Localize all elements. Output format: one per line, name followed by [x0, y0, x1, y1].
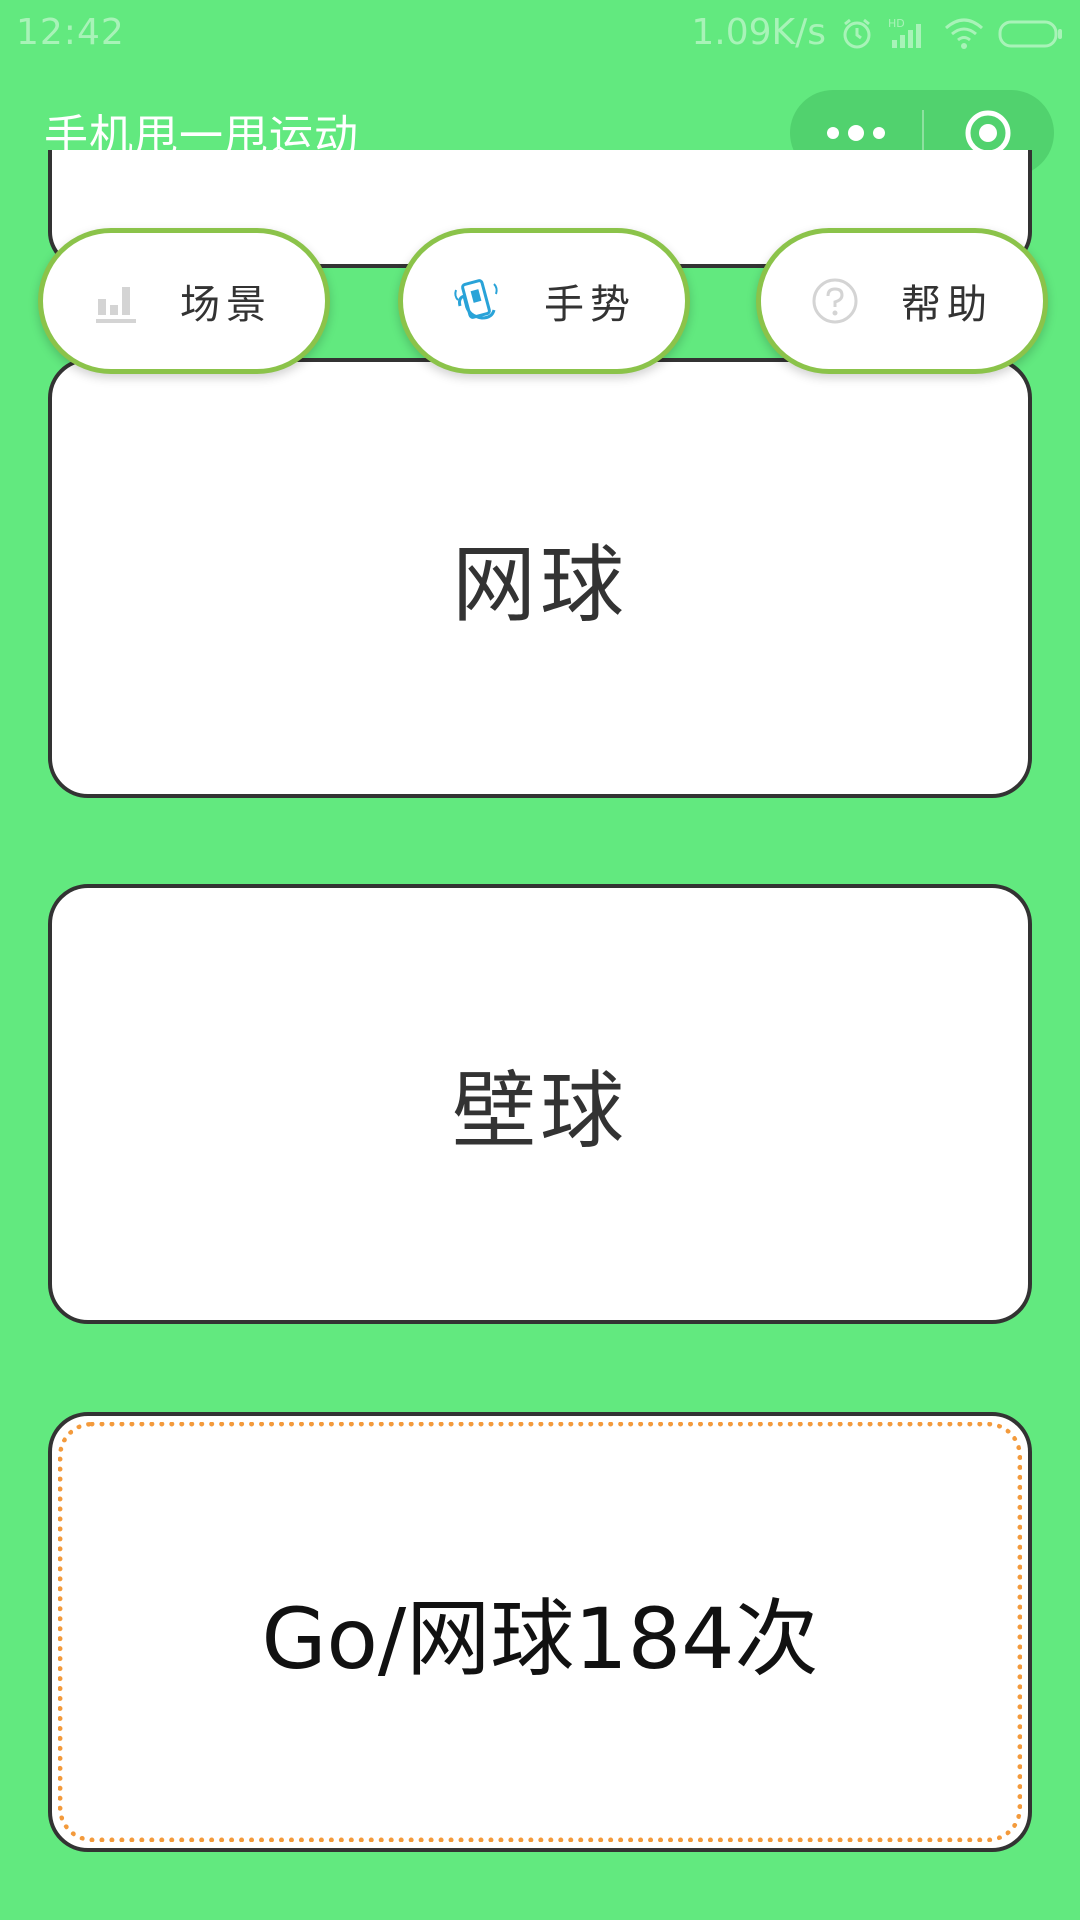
status-indicators: 1.09K/s HD	[691, 12, 1064, 53]
hand-phone-icon	[452, 276, 502, 326]
battery-icon	[998, 16, 1064, 50]
result-card[interactable]: Go/网球184次	[48, 1412, 1032, 1852]
bar-chart-icon	[96, 279, 138, 323]
alarm-icon	[840, 16, 874, 50]
card-tennis-label: 网球	[451, 535, 628, 634]
tab-help[interactable]: 帮助	[756, 228, 1048, 374]
hd-signal-icon: HD	[888, 16, 930, 50]
wifi-icon	[944, 16, 984, 50]
tab-gesture[interactable]: 手势	[398, 228, 690, 374]
tab-help-label: 帮助	[901, 282, 993, 328]
tab-scene-label: 场景	[180, 282, 272, 328]
card-squash-label: 壁球	[451, 1061, 628, 1160]
card-squash[interactable]: 壁球	[48, 884, 1032, 1324]
result-label: Go/网球184次	[261, 1589, 819, 1688]
tab-scene[interactable]: 场景	[38, 228, 330, 374]
net-speed: 1.09K/s	[691, 12, 826, 53]
status-bar: 12:42 1.09K/s HD	[0, 0, 1080, 66]
question-circle-icon	[811, 277, 859, 325]
card-tennis[interactable]: 网球	[48, 358, 1032, 798]
status-time: 12:42	[16, 12, 125, 53]
svg-text:HD: HD	[888, 17, 905, 30]
tab-gesture-label: 手势	[544, 282, 636, 328]
